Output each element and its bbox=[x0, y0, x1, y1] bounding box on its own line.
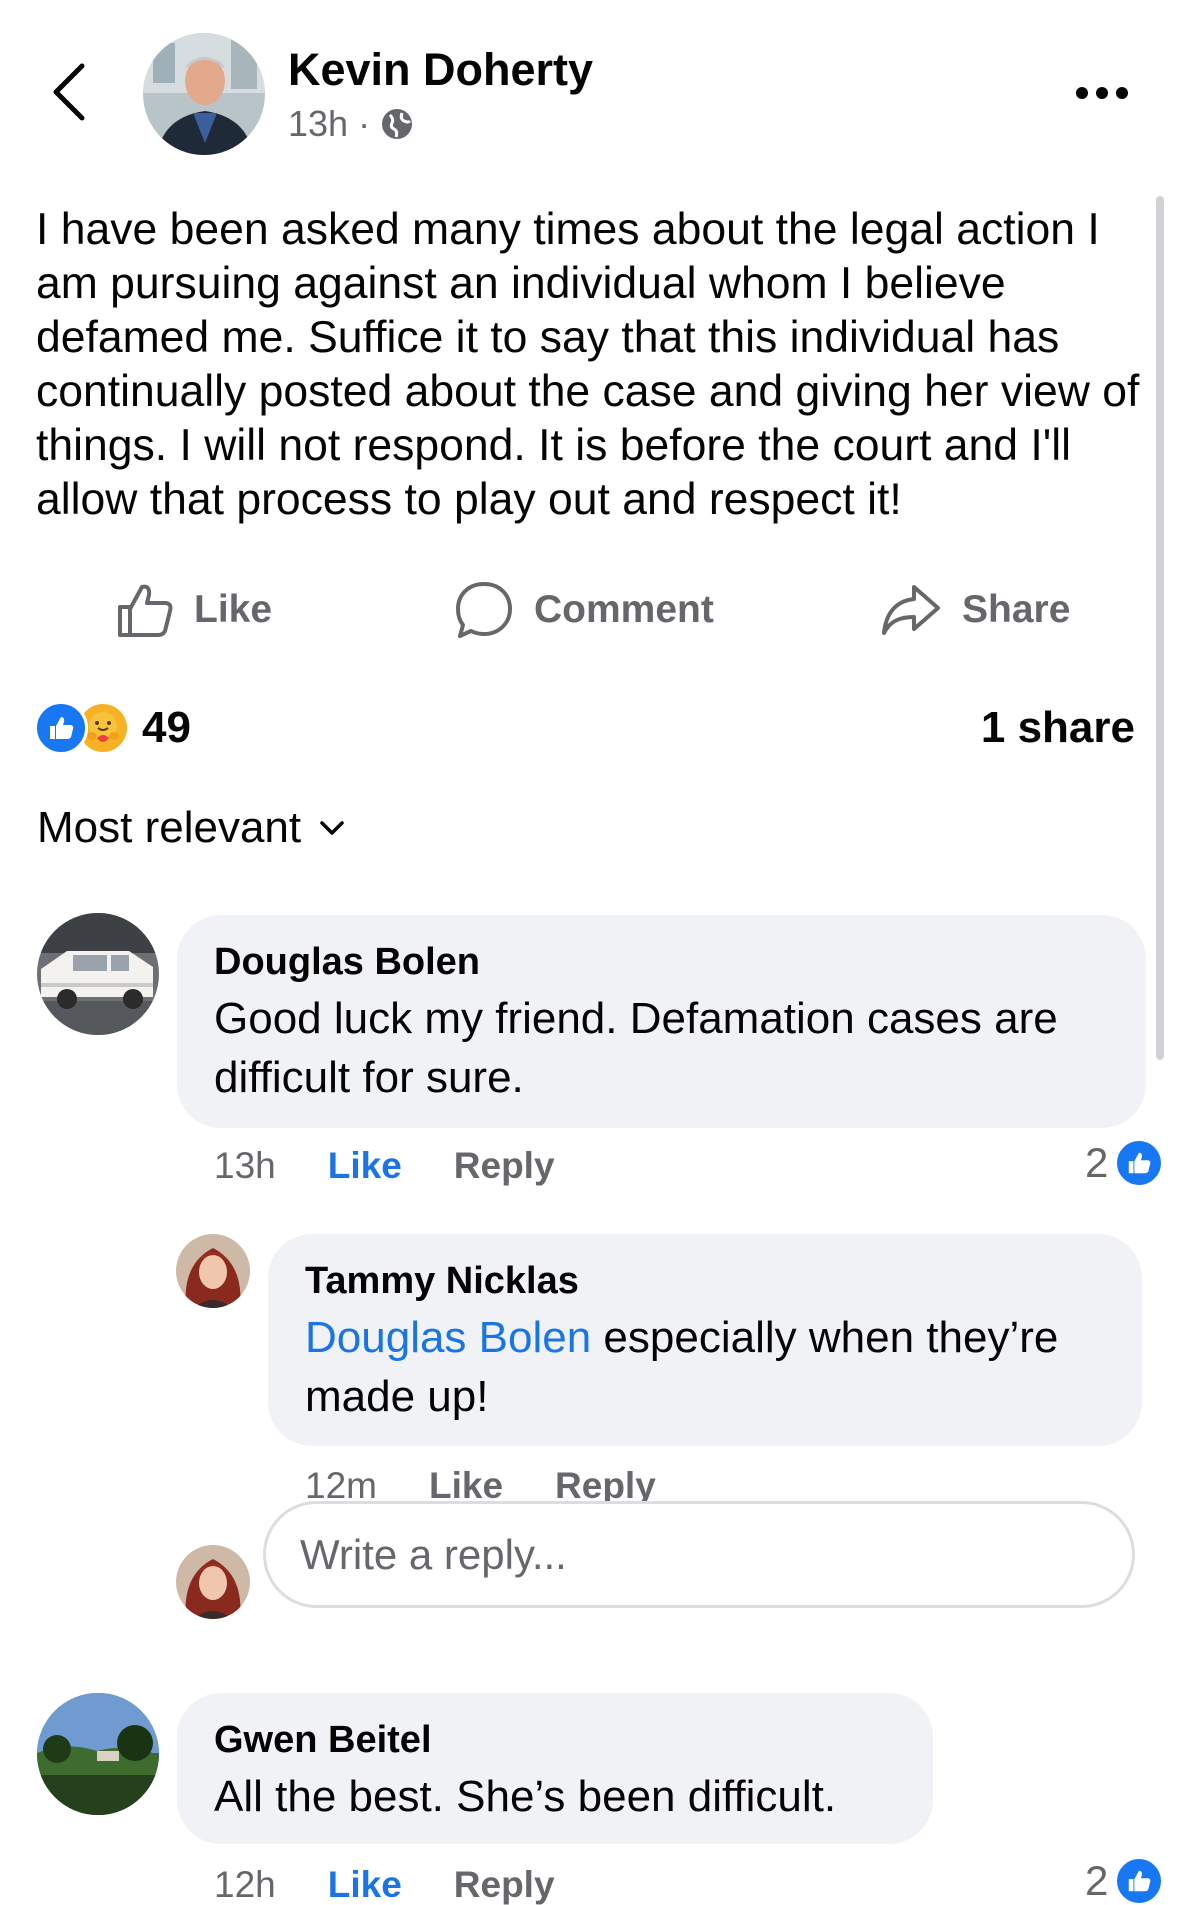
like-badge-icon bbox=[1114, 1856, 1165, 1905]
like-label: Like bbox=[194, 588, 273, 631]
share-icon bbox=[882, 585, 940, 635]
comment-time: 12h bbox=[214, 1864, 276, 1905]
comment-like-count[interactable]: 2 bbox=[1085, 1856, 1165, 1905]
chevron-down-icon bbox=[320, 821, 344, 835]
mention-link[interactable]: Douglas Bolen bbox=[305, 1313, 591, 1362]
globe-icon bbox=[382, 109, 413, 139]
scrollbar[interactable] bbox=[1156, 196, 1164, 1060]
comment-like-button[interactable]: Like bbox=[328, 1145, 402, 1187]
comment-icon bbox=[456, 582, 512, 638]
chevron-left-icon bbox=[53, 63, 85, 121]
share-count[interactable]: 1 share bbox=[981, 703, 1135, 753]
share-button[interactable]: Share bbox=[880, 575, 1070, 645]
comment-like-count[interactable]: 2 bbox=[1085, 1138, 1165, 1188]
comment-reply-button[interactable]: Reply bbox=[454, 1145, 555, 1187]
post-meta: 13h · bbox=[288, 103, 414, 145]
commenter-avatar[interactable] bbox=[37, 1693, 159, 1815]
reply-text: Douglas Bolen especially when they’re ma… bbox=[305, 1308, 1125, 1426]
back-button[interactable] bbox=[48, 62, 92, 122]
comment-bubble[interactable]: Gwen Beitel All the best. She’s been dif… bbox=[177, 1693, 933, 1844]
like-reaction-icon bbox=[34, 701, 88, 755]
like-button[interactable]: Like bbox=[116, 575, 272, 645]
like-count-number: 2 bbox=[1085, 1139, 1109, 1186]
reply-placeholder: Write a reply... bbox=[300, 1530, 567, 1578]
comment-button[interactable]: Comment bbox=[454, 575, 714, 645]
comment-author[interactable]: Gwen Beitel bbox=[214, 1719, 432, 1762]
comment-bubble[interactable]: Douglas Bolen Good luck my friend. Defam… bbox=[177, 915, 1146, 1128]
comment-like-button[interactable]: Like bbox=[328, 1864, 402, 1905]
reply-input[interactable]: Write a reply... bbox=[263, 1501, 1135, 1608]
post-time[interactable]: 13h bbox=[288, 103, 348, 145]
author-name[interactable]: Kevin Doherty bbox=[288, 44, 593, 96]
current-user-avatar bbox=[176, 1545, 250, 1619]
share-label: Share bbox=[962, 588, 1071, 631]
comment-text: All the best. She’s been difficult. bbox=[214, 1772, 837, 1821]
comment-sort-dropdown[interactable]: Most relevant bbox=[37, 803, 345, 853]
comment-actions: 12h Like Reply bbox=[214, 1864, 555, 1905]
reaction-count: 49 bbox=[142, 703, 191, 752]
author-avatar[interactable] bbox=[143, 33, 265, 155]
more-icon bbox=[1076, 87, 1128, 99]
reply-author[interactable]: Tammy Nicklas bbox=[305, 1260, 579, 1303]
comment-author[interactable]: Douglas Bolen bbox=[214, 941, 480, 984]
reply-bubble[interactable]: Tammy Nicklas Douglas Bolen especially w… bbox=[268, 1234, 1142, 1446]
commenter-avatar[interactable] bbox=[176, 1234, 250, 1308]
comment-label: Comment bbox=[534, 588, 714, 631]
post-text: I have been asked many times about the l… bbox=[36, 205, 1140, 524]
comment-time: 13h bbox=[214, 1145, 276, 1186]
like-count-number: 2 bbox=[1085, 1857, 1109, 1904]
more-options-button[interactable] bbox=[1072, 78, 1132, 108]
like-badge-icon bbox=[1114, 1138, 1165, 1188]
comment-text: Good luck my friend. Defamation cases ar… bbox=[214, 994, 1058, 1102]
comment-actions: 13h Like Reply bbox=[214, 1145, 555, 1187]
sort-label: Most relevant bbox=[37, 803, 302, 852]
reaction-summary[interactable]: 49 bbox=[34, 700, 191, 756]
meta-separator: · bbox=[358, 103, 371, 144]
comment-reply-button[interactable]: Reply bbox=[454, 1864, 555, 1905]
thumbs-up-icon bbox=[118, 584, 173, 637]
commenter-avatar[interactable] bbox=[37, 913, 159, 1035]
